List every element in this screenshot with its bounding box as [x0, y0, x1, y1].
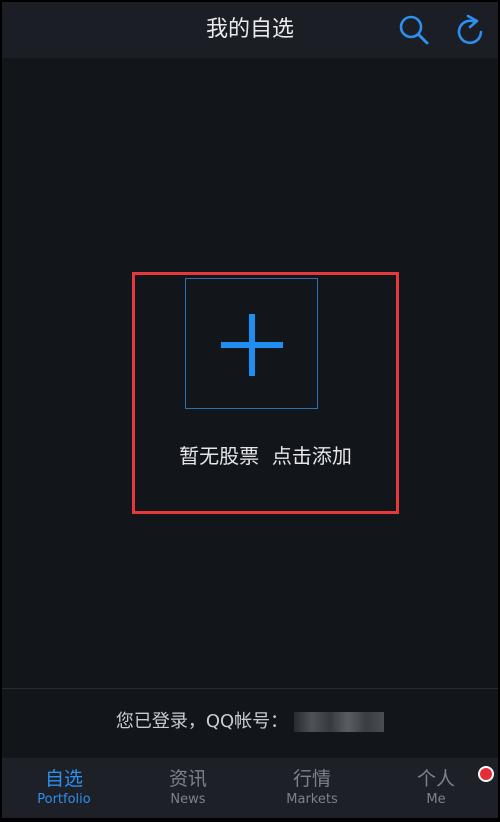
login-status: 您已登录，QQ帐号： [2, 702, 498, 742]
refresh-icon [457, 14, 483, 45]
notification-badge-icon [478, 766, 494, 782]
plus-icon [221, 314, 283, 376]
top-bar: 我的自选 [2, 2, 498, 58]
tab-label-en: News [170, 792, 206, 807]
tab-portfolio[interactable]: 自选 Portfolio [2, 758, 126, 818]
add-stock-button[interactable] [185, 278, 318, 409]
tab-label-cn: 资讯 [168, 768, 207, 790]
bottom-tab-bar: 自选 Portfolio 资讯 News 行情 Markets 个人 Me [2, 758, 498, 818]
tab-label-en: Portfolio [37, 792, 91, 807]
divider [2, 688, 498, 689]
tab-news[interactable]: 资讯 News [126, 758, 250, 818]
masked-account-number [294, 712, 385, 732]
tab-label-en: Me [426, 792, 446, 807]
tab-label-cn: 行情 [292, 768, 331, 790]
search-icon [399, 15, 429, 45]
refresh-button[interactable] [454, 14, 486, 46]
tab-me[interactable]: 个人 Me [374, 758, 498, 818]
empty-state-message[interactable]: 暂无股票 点击添加 [132, 440, 399, 469]
tab-markets[interactable]: 行情 Markets [250, 758, 374, 818]
app-screen: 我的自选 暂无股票 点击添加 您已登录，QQ帐号： 自选 Portfolio 资… [2, 2, 498, 818]
tab-label-en: Markets [286, 792, 338, 807]
login-status-label: 您已登录，QQ帐号： [115, 711, 289, 732]
tab-label-cn: 自选 [44, 768, 83, 790]
search-button[interactable] [398, 14, 430, 46]
